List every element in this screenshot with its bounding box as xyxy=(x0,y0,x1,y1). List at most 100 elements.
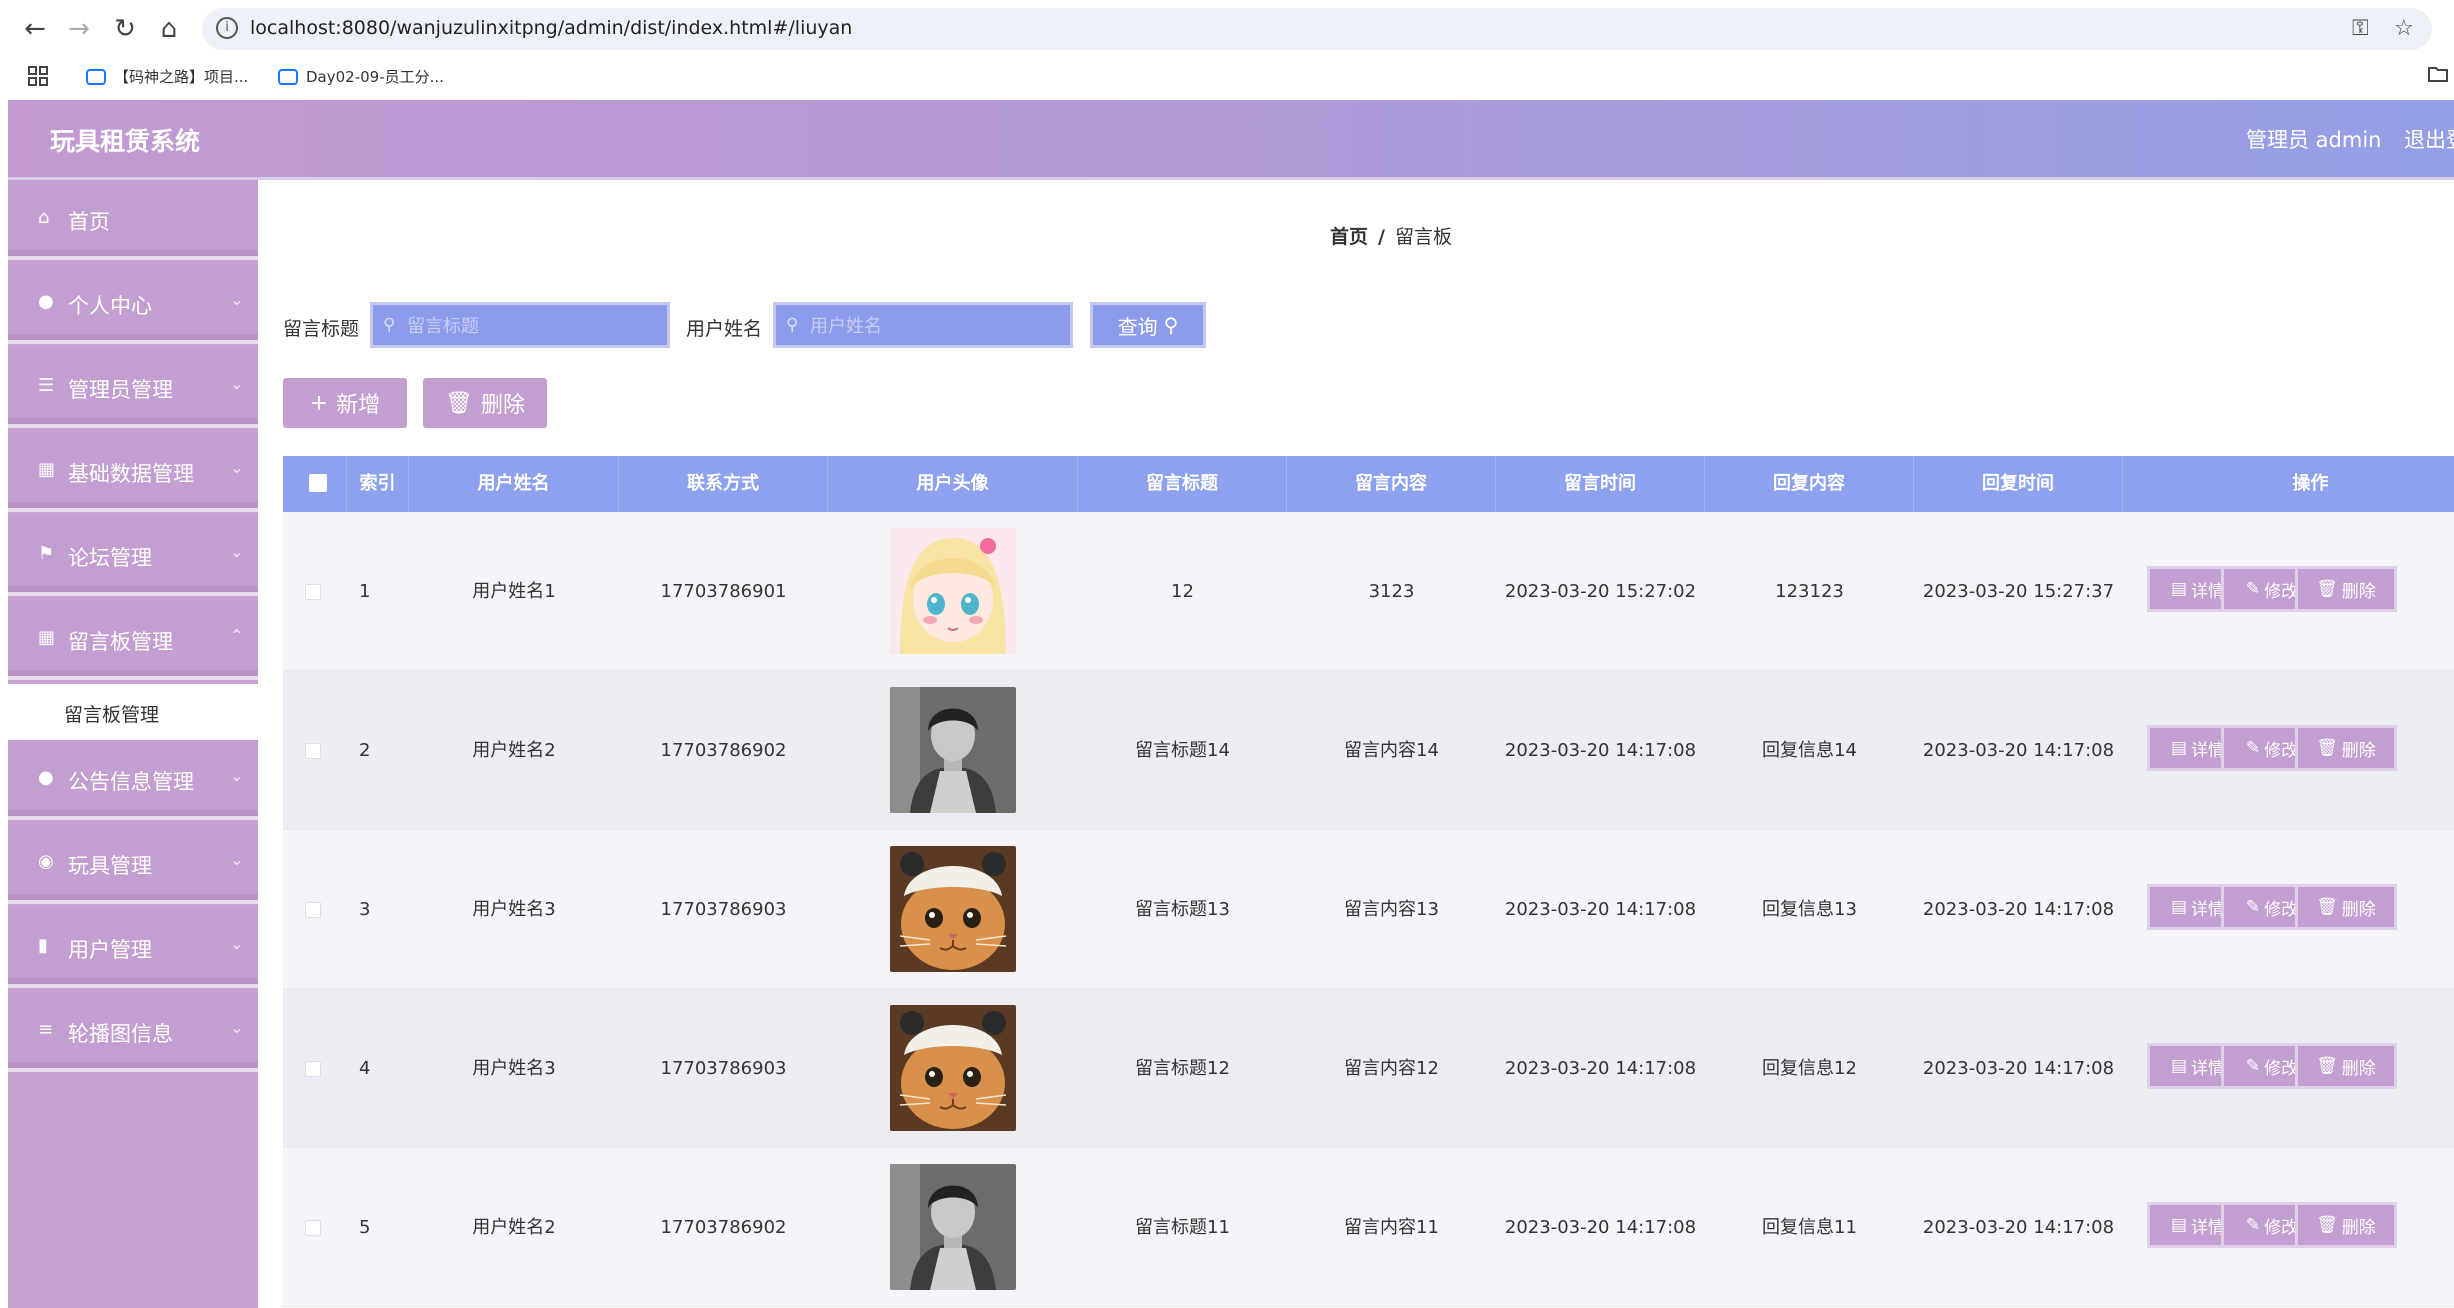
trash-icon: 🗑 xyxy=(2316,738,2338,758)
sidebar-item-profile[interactable]: ● 个人中心 ⌄ xyxy=(8,264,258,344)
sidebar-item-admins[interactable]: ☰ 管理员管理 ⌄ xyxy=(8,348,258,428)
cell-name: 用户姓名3 xyxy=(472,1058,556,1079)
table-row: 1 用户姓名1 17703786901 12 3123 2023-03-20 15:27:… xyxy=(283,512,2454,671)
breadcrumb: 首页 / 留言板 xyxy=(1330,222,1452,249)
apps-icon[interactable] xyxy=(28,66,48,86)
row-checkbox[interactable] xyxy=(305,1061,321,1077)
sidebar-item-messages[interactable]: ▦ 留言板管理 ⌃ xyxy=(8,600,258,680)
bookmark-1[interactable]: 【码神之路】项目... xyxy=(86,66,248,87)
title-search-field[interactable]: ⚲ xyxy=(370,302,670,348)
detail-button-label: 详情 xyxy=(2191,581,2226,602)
header-actions: 操作 xyxy=(2292,473,2329,494)
row-delete-button[interactable]: 🗑 删除 xyxy=(2295,1043,2397,1089)
cell-name: 用户姓名3 xyxy=(472,899,556,920)
row-delete-button-label: 删除 xyxy=(2341,899,2376,920)
name-search-input[interactable] xyxy=(810,313,1060,339)
row-checkbox[interactable] xyxy=(305,584,321,600)
grid-icon: ▦ xyxy=(38,627,56,648)
query-button-label: 查询 xyxy=(1117,314,1158,339)
cell-time: 2023-03-20 14:17:08 xyxy=(1504,740,1697,761)
row-delete-button[interactable]: 🗑 删除 xyxy=(2295,725,2397,771)
breadcrumb-separator: / xyxy=(1378,226,1385,248)
logout-link[interactable]: 退出登 xyxy=(2404,124,2454,154)
sidebar-subitem-label: 留言板管理 xyxy=(64,704,160,726)
home-browser-icon[interactable]: ⌂ xyxy=(152,12,186,46)
browser-toolbar: ← → ↻ ⌂ i localhost:8080/wanjuzulinxitpn… xyxy=(0,0,2454,56)
cell-title: 留言标题12 xyxy=(1135,1058,1230,1079)
sidebar-item-forum[interactable]: ⚑ 论坛管理 ⌄ xyxy=(8,516,258,596)
star-icon[interactable]: ☆ xyxy=(2394,16,2414,41)
cell-phone: 17703786903 xyxy=(660,899,787,920)
header-name: 用户姓名 xyxy=(409,456,619,512)
row-delete-button[interactable]: 🗑 删除 xyxy=(2295,884,2397,930)
edit-button-label: 修改 xyxy=(2264,1058,2299,1079)
forward-icon[interactable]: → xyxy=(62,12,96,46)
sidebar-item-carousel[interactable]: ≡ 轮播图信息 ⌄ xyxy=(8,992,258,1072)
cell-reply-time: 2023-03-20 14:17:08 xyxy=(1922,899,2115,920)
detail-button-label: 详情 xyxy=(2191,1217,2226,1238)
header-reply: 回复内容 xyxy=(1705,456,1914,512)
trash-icon: 🗑 xyxy=(2316,1056,2338,1076)
table-row: 5 用户姓名2 17703786902 留言标题11 留言内容11 2023-03-20 … xyxy=(283,1148,2454,1307)
row-delete-button[interactable]: 🗑 删除 xyxy=(2295,1202,2397,1248)
user-icon: ● xyxy=(38,291,54,312)
cell-time: 2023-03-20 14:17:08 xyxy=(1504,1217,1697,1238)
sidebar-item-label: 管理员管理 xyxy=(68,378,173,402)
edit-icon: ✎ xyxy=(2245,1056,2261,1076)
row-checkbox[interactable] xyxy=(305,1220,321,1236)
title-search-input[interactable] xyxy=(407,313,657,339)
app-title: 玩具租赁系统 xyxy=(50,127,201,156)
grid-icon: ▦ xyxy=(38,459,56,480)
cell-time: 2023-03-20 14:17:08 xyxy=(1504,1058,1697,1079)
header-phone: 联系方式 xyxy=(619,456,828,512)
header-content: 留言内容 xyxy=(1287,456,1496,512)
detail-button-label: 详情 xyxy=(2191,1058,2226,1079)
site-info-icon[interactable]: i xyxy=(216,17,238,39)
bilibili-icon xyxy=(86,68,106,85)
cell-content: 3123 xyxy=(1368,581,1415,602)
sidebar-subitem-messages[interactable]: 留言板管理 xyxy=(8,684,258,740)
flag-icon: ⚑ xyxy=(38,543,55,564)
name-search-field[interactable]: ⚲ xyxy=(773,302,1073,348)
sidebar-item-label: 公告信息管理 xyxy=(68,770,194,794)
chevron-down-icon: ⌄ xyxy=(230,458,244,477)
sidebar-item-notices[interactable]: ● 公告信息管理 ⌄ xyxy=(8,740,258,820)
chevron-down-icon: ⌄ xyxy=(230,290,244,309)
cell-name: 用户姓名1 xyxy=(472,581,556,602)
sidebar-item-label: 基础数据管理 xyxy=(68,462,194,486)
row-checkbox[interactable] xyxy=(305,743,321,759)
select-all-checkbox[interactable] xyxy=(309,474,327,492)
folder-icon[interactable] xyxy=(2428,66,2448,82)
cell-phone: 17703786902 xyxy=(660,740,787,761)
cell-content: 留言内容13 xyxy=(1344,899,1439,920)
reload-icon[interactable]: ↻ xyxy=(108,12,142,46)
title-search-label: 留言标题 xyxy=(283,318,360,340)
cell-title: 留言标题14 xyxy=(1135,740,1230,761)
delete-button[interactable]: 🗑 删除 xyxy=(423,378,547,428)
edit-button-label: 修改 xyxy=(2264,740,2299,761)
sidebar-item-toys[interactable]: ◉ 玩具管理 ⌄ xyxy=(8,824,258,904)
sidebar-item-home[interactable]: ⌂ 首页 xyxy=(8,180,258,260)
sidebar-item-base-data[interactable]: ▦ 基础数据管理 ⌄ xyxy=(8,432,258,512)
row-checkbox[interactable] xyxy=(305,902,321,918)
document-icon: ▤ xyxy=(2170,579,2188,599)
address-bar[interactable]: i localhost:8080/wanjuzulinxitpng/admin/… xyxy=(202,8,2432,50)
home-icon: ⌂ xyxy=(38,207,50,228)
detail-button-label: 详情 xyxy=(2191,899,2226,920)
sidebar-item-users[interactable]: ▮ 用户管理 ⌄ xyxy=(8,908,258,988)
chevron-down-icon: ⌄ xyxy=(230,934,244,953)
back-icon[interactable]: ← xyxy=(18,12,52,46)
key-icon[interactable]: ⚿ xyxy=(2352,16,2369,41)
sidebar-item-label: 论坛管理 xyxy=(68,546,152,570)
query-button[interactable]: 查询 ⚲ xyxy=(1090,302,1206,348)
bookmark-2[interactable]: Day02-09-员工分... xyxy=(278,66,444,87)
cell-content: 留言内容11 xyxy=(1344,1217,1439,1238)
cell-index: 3 xyxy=(359,899,371,920)
document-icon: ▤ xyxy=(2170,1215,2188,1235)
breadcrumb-home[interactable]: 首页 xyxy=(1330,226,1368,248)
cell-phone: 17703786901 xyxy=(660,581,787,602)
edit-icon: ✎ xyxy=(2245,1215,2261,1235)
chevron-up-icon: ⌃ xyxy=(230,626,244,645)
add-button[interactable]: + 新增 xyxy=(283,378,407,428)
row-delete-button[interactable]: 🗑 删除 xyxy=(2295,566,2397,612)
